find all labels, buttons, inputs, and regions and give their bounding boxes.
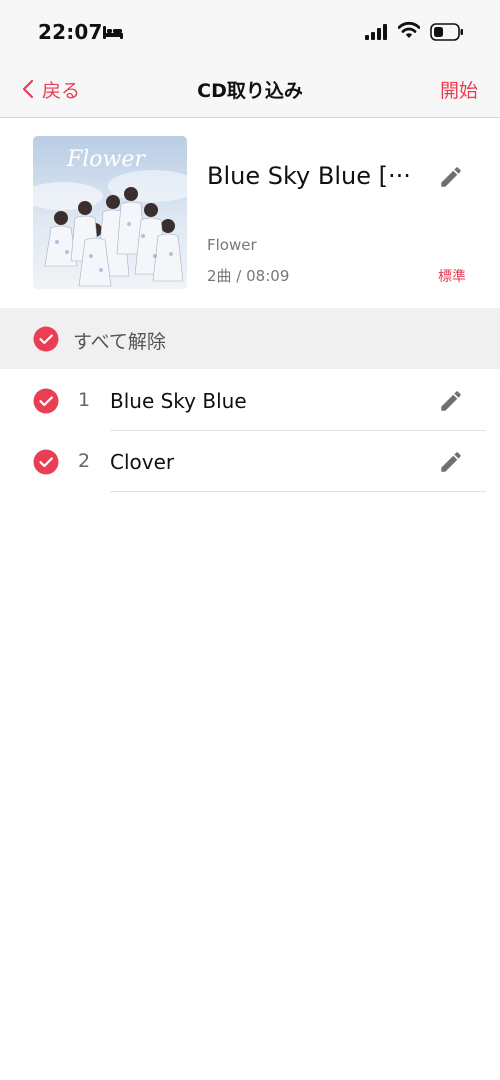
- pencil-icon[interactable]: [438, 164, 464, 190]
- album-cover-image: Flower: [33, 136, 187, 289]
- status-time: 22:07: [38, 20, 103, 44]
- signal-icon: [365, 24, 387, 40]
- quality-setting[interactable]: 標準: [438, 266, 466, 286]
- deselect-all-label: すべて解除: [73, 331, 166, 353]
- chevron-left-icon: [22, 79, 34, 99]
- check-circle-icon[interactable]: [33, 326, 59, 352]
- track-number: 2: [78, 450, 91, 472]
- check-circle-icon[interactable]: [33, 449, 59, 475]
- start-button[interactable]: 開始: [440, 76, 478, 103]
- track-row[interactable]: 2 Clover: [0, 431, 500, 492]
- back-button[interactable]: 戻る: [22, 76, 80, 102]
- divider: [110, 491, 486, 492]
- album-art-text: Flower: [66, 147, 146, 172]
- wifi-icon: [398, 21, 420, 38]
- bed-icon: [103, 26, 123, 39]
- nav-bar: CD取り込み 戻る 開始: [0, 64, 500, 118]
- select-all-row[interactable]: すべて解除: [0, 308, 500, 369]
- pencil-icon[interactable]: [438, 449, 464, 475]
- battery-icon: [430, 23, 463, 41]
- album-art: Flower: [33, 136, 187, 289]
- album-track-count-duration: 2曲 / 08:09: [207, 267, 290, 285]
- status-bar: 22:07: [0, 0, 500, 64]
- album-artist: Flower: [207, 236, 257, 254]
- check-circle-icon[interactable]: [33, 388, 59, 414]
- track-title: Clover: [110, 450, 175, 474]
- track-title: Blue Sky Blue: [110, 389, 247, 413]
- back-button-label: 戻る: [42, 79, 81, 102]
- track-number: 1: [78, 389, 91, 411]
- track-row[interactable]: 1 Blue Sky Blue: [0, 370, 500, 431]
- pencil-icon[interactable]: [438, 388, 464, 414]
- album-title: Blue Sky Blue [···: [207, 162, 411, 190]
